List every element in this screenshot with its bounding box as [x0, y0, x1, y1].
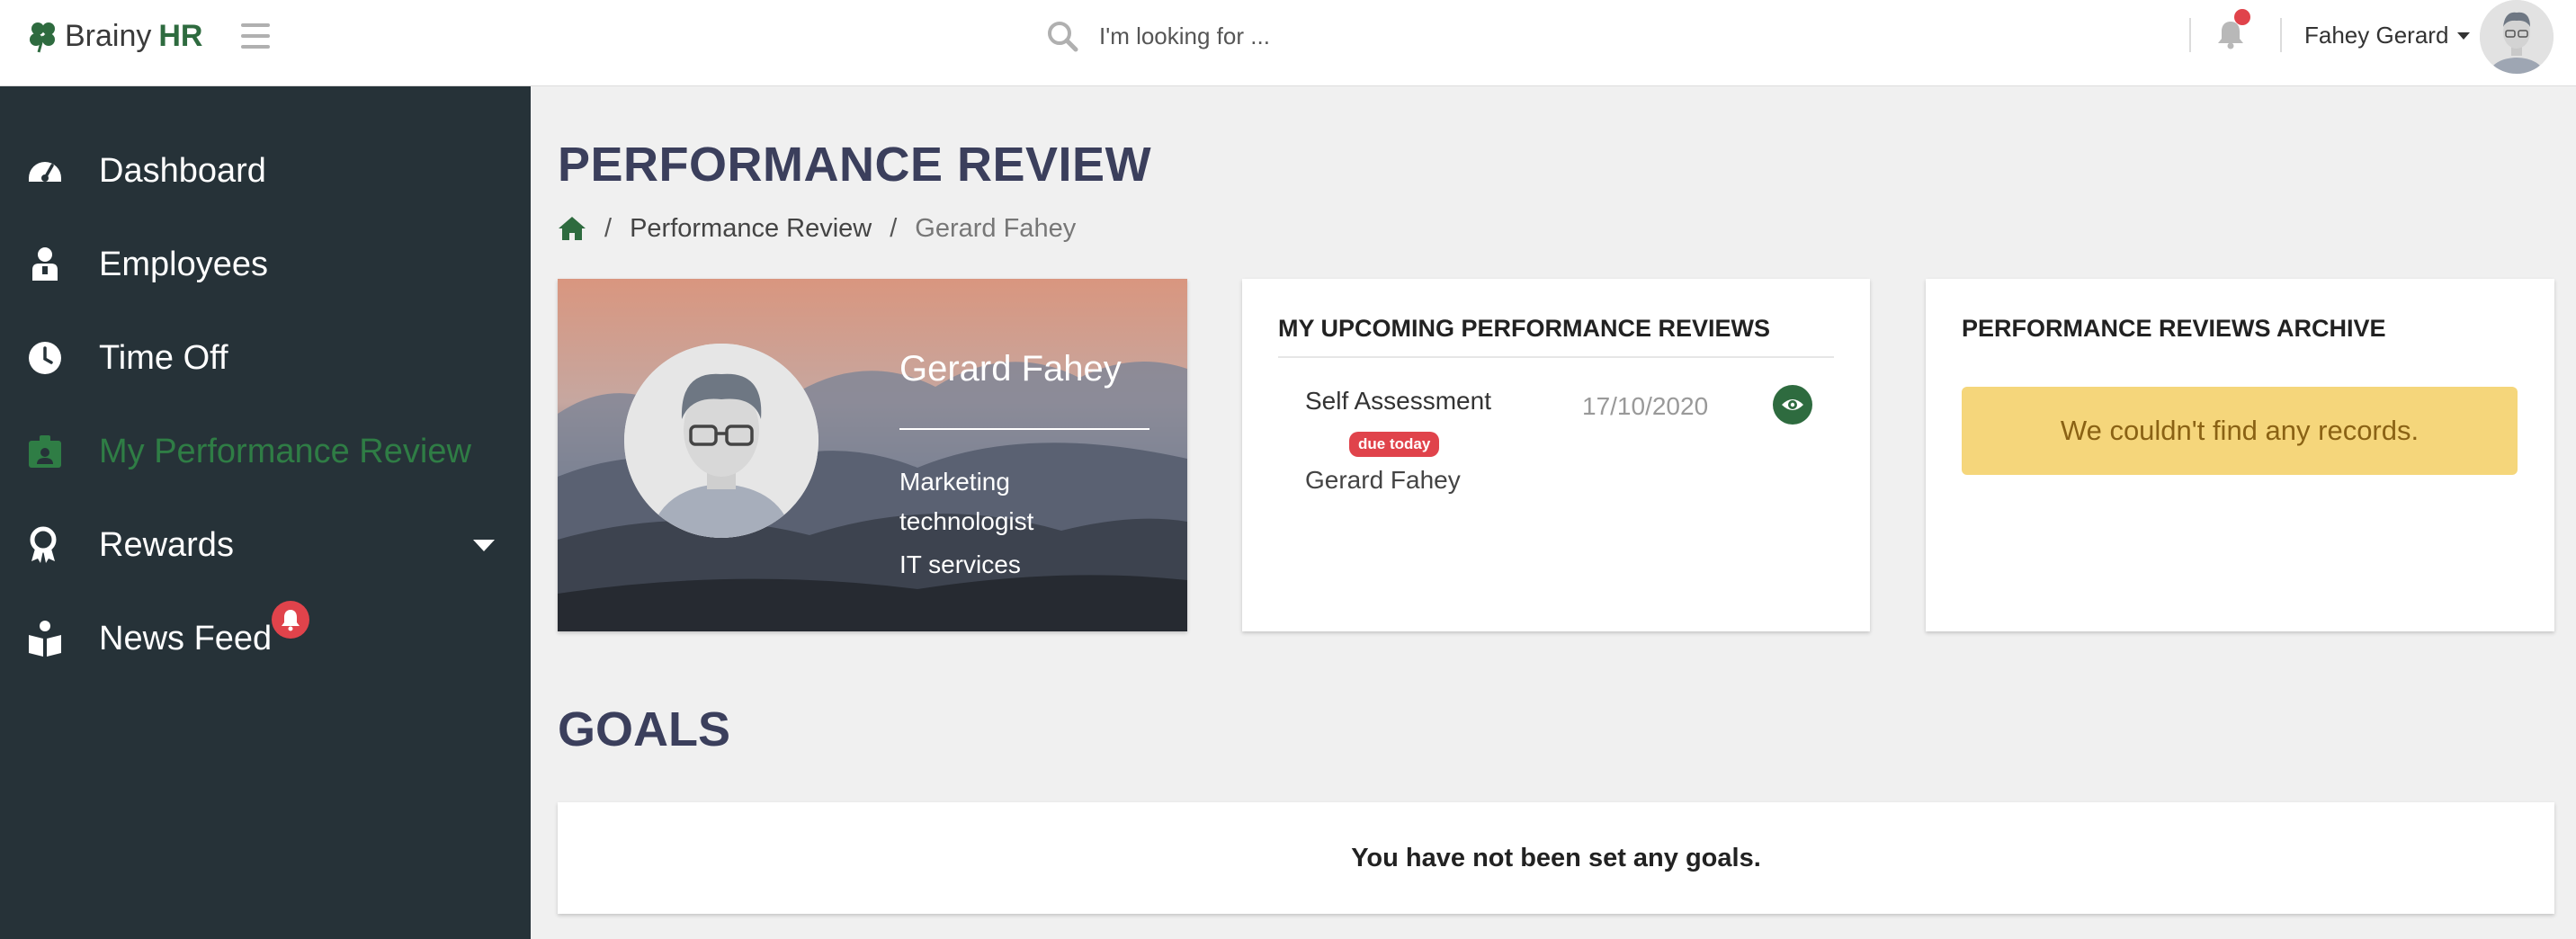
breadcrumb-separator: / — [604, 213, 613, 243]
menu-toggle-icon[interactable] — [241, 23, 270, 49]
reviews-archive-card: PERFORMANCE REVIEWS ARCHIVE We couldn't … — [1926, 279, 2554, 631]
sidebar-item-time-off[interactable]: Time Off — [0, 322, 531, 394]
brand-logo[interactable]: Brainy HR — [25, 14, 202, 58]
user-avatar[interactable] — [2480, 0, 2554, 74]
sidebar-item-dashboard[interactable]: Dashboard — [0, 135, 531, 207]
clock-icon — [29, 342, 61, 374]
due-badge: due today — [1349, 432, 1440, 457]
chevron-down-icon[interactable] — [473, 540, 495, 551]
breadcrumb-link-performance-review[interactable]: Performance Review — [630, 214, 872, 244]
breadcrumb-separator: / — [890, 213, 898, 243]
sidebar: Dashboard Employees Time Off My Performa… — [0, 86, 531, 939]
sidebar-item-label: My Performance Review — [99, 432, 471, 470]
caret-down-icon — [2457, 31, 2471, 40]
search-bar — [1045, 16, 1477, 56]
view-review-button[interactable] — [1773, 385, 1812, 425]
sidebar-item-employees[interactable]: Employees — [0, 228, 531, 300]
sidebar-item-my-performance-review[interactable]: My Performance Review — [0, 416, 531, 487]
notification-badge — [272, 601, 309, 639]
sidebar-item-news-feed[interactable]: News Feed — [0, 601, 531, 675]
sidebar-item-label: News Feed — [99, 619, 273, 657]
profile-department: IT services — [899, 550, 1021, 578]
card-heading: MY UPCOMING PERFORMANCE REVIEWS — [1278, 315, 1771, 342]
sidebar-item-label: Employees — [99, 245, 268, 283]
profile-job-title: Marketing technologist — [899, 468, 1034, 535]
brand-name-part2: HR — [158, 18, 203, 53]
search-input[interactable] — [1099, 22, 1477, 50]
review-person: Gerard Fahey — [1305, 466, 1461, 494]
review-date: 17/10/2020 — [1582, 392, 1709, 420]
header-divider — [2280, 18, 2282, 52]
divider — [1278, 356, 1834, 358]
empty-records-alert: We couldn't find any records. — [1962, 387, 2518, 475]
search-icon[interactable] — [1045, 19, 1079, 53]
clover-logo-icon — [30, 22, 55, 53]
eye-icon — [1782, 399, 1803, 410]
review-type: Self Assessment — [1305, 387, 1491, 415]
header-divider — [2189, 18, 2191, 52]
goals-title: GOALS — [558, 702, 731, 756]
sidebar-item-rewards[interactable]: Rewards — [0, 509, 531, 581]
brand-name-part1: Brainy — [65, 18, 152, 53]
dashboard-gauge-icon — [29, 162, 61, 182]
id-badge-icon — [29, 435, 61, 468]
breadcrumb: / Performance Review / Gerard Fahey — [558, 210, 1076, 246]
upcoming-reviews-card: MY UPCOMING PERFORMANCE REVIEWS Self Ass… — [1242, 279, 1870, 631]
top-navbar: Brainy HR Fahey Gerard — [0, 0, 2576, 86]
breadcrumb-current: Gerard Fahey — [915, 213, 1077, 243]
employees-icon — [32, 247, 58, 281]
card-heading: PERFORMANCE REVIEWS ARCHIVE — [1962, 315, 2386, 342]
page-title: PERFORMANCE REVIEW — [558, 138, 1152, 192]
book-reader-icon — [29, 621, 61, 657]
goals-card: You have not been set any goals. — [558, 802, 2554, 914]
sidebar-item-label: Dashboard — [99, 151, 266, 190]
profile-avatar — [624, 344, 818, 538]
bell-icon — [282, 610, 300, 631]
sidebar-item-label: Rewards — [99, 525, 234, 564]
goals-empty-message: You have not been set any goals. — [1351, 843, 1761, 872]
award-icon — [30, 526, 57, 563]
user-name-label: Fahey Gerard — [2304, 22, 2449, 49]
divider — [899, 428, 1149, 430]
home-icon[interactable] — [558, 215, 586, 242]
notification-dot — [2234, 9, 2250, 25]
profile-name: Gerard Fahey — [899, 349, 1122, 389]
sidebar-item-label: Time Off — [99, 338, 228, 377]
profile-card: Gerard Fahey Marketing technologist IT s… — [558, 279, 1187, 631]
user-menu[interactable]: Fahey Gerard — [2304, 22, 2471, 49]
